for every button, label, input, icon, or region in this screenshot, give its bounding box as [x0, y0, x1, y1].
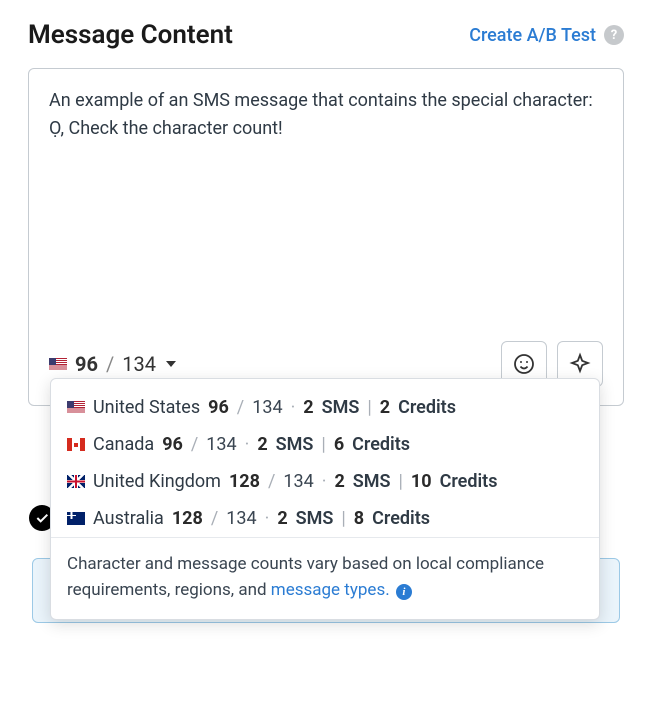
char-max: 134	[206, 434, 236, 455]
info-icon[interactable]: i	[396, 584, 412, 600]
dot-separator: ·	[265, 508, 270, 529]
country-row-au[interactable]: Australia 128 / 134 · 2 SMS | 8 Credits	[51, 500, 599, 537]
char-max: 134	[283, 471, 313, 492]
us-flag-icon	[67, 401, 85, 414]
char-count: 128	[229, 471, 260, 492]
char-counter-trigger[interactable]: 96 / 134	[49, 352, 176, 376]
char-max: 134	[122, 352, 156, 376]
country-counter-dropdown: United States 96/134·2SMS|2CreditsCanada…	[50, 378, 600, 620]
slash: /	[191, 434, 198, 455]
check-icon	[34, 510, 50, 526]
message-textarea[interactable]: An example of an SMS message that contai…	[29, 69, 623, 329]
smile-icon	[512, 352, 536, 376]
dropdown-note: Character and message counts vary based …	[51, 537, 599, 619]
message-editor: An example of an SMS message that contai…	[28, 68, 624, 406]
slash: /	[268, 471, 275, 492]
country-row-ca[interactable]: Canada 96 / 134 · 2 SMS | 6 Credits	[51, 426, 599, 463]
sms-count: 2	[257, 434, 267, 455]
country-row-us[interactable]: United States 96 / 134 · 2 SMS | 2 Credits	[51, 389, 599, 426]
slash: /	[211, 508, 218, 529]
help-icon[interactable]: ?	[604, 25, 624, 45]
message-types-link[interactable]: message types.	[271, 580, 390, 600]
sparkle-icon	[568, 352, 592, 376]
char-count: 96	[208, 397, 229, 418]
counter-separator: /	[106, 352, 114, 376]
au-flag-icon	[67, 512, 85, 525]
country-name: United Kingdom	[93, 471, 221, 492]
credits-label: Credits	[440, 471, 498, 492]
pipe-separator: |	[367, 397, 371, 418]
char-count: 96	[75, 352, 98, 376]
char-count: 128	[172, 508, 203, 529]
credits-count: 6	[334, 434, 344, 455]
dot-separator: ·	[245, 434, 250, 455]
credits-label: Credits	[352, 434, 410, 455]
char-count: 96	[162, 434, 183, 455]
credits-count: 2	[380, 397, 390, 418]
credits-count: 10	[411, 471, 432, 492]
pipe-separator: |	[341, 508, 345, 529]
credits-count: 8	[354, 508, 364, 529]
country-name: Australia	[93, 508, 164, 529]
sms-count: 2	[277, 508, 287, 529]
pipe-separator: |	[321, 434, 325, 455]
country-name: United States	[93, 397, 200, 418]
sms-count: 2	[303, 397, 313, 418]
credits-label: Credits	[398, 397, 456, 418]
dot-separator: ·	[322, 471, 327, 492]
country-name: Canada	[93, 434, 154, 455]
sms-count: 2	[334, 471, 344, 492]
page-title: Message Content	[28, 20, 233, 50]
create-ab-test-link[interactable]: Create A/B Test	[469, 25, 596, 46]
dot-separator: ·	[291, 397, 296, 418]
pipe-separator: |	[399, 471, 403, 492]
ca-flag-icon	[67, 438, 85, 451]
char-max: 134	[226, 508, 256, 529]
credits-label: Credits	[372, 508, 430, 529]
sms-label: SMS	[296, 508, 334, 529]
chevron-down-icon	[166, 361, 176, 367]
sms-label: SMS	[353, 471, 391, 492]
uk-flag-icon	[67, 475, 85, 488]
country-row-uk[interactable]: United Kingdom 128 / 134 · 2 SMS | 10 Credits	[51, 463, 599, 500]
sms-label: SMS	[276, 434, 314, 455]
us-flag-icon	[49, 358, 67, 371]
sms-label: SMS	[322, 397, 360, 418]
slash: /	[237, 397, 244, 418]
char-max: 134	[252, 397, 282, 418]
